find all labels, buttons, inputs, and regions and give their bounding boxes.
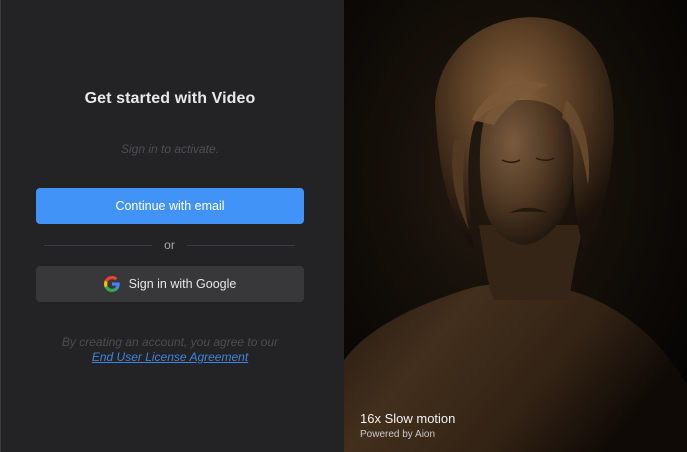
continue-with-email-label: Continue with email — [115, 199, 225, 213]
legal-notice: By creating an account, you agree to our… — [1, 335, 339, 365]
portrait-image — [344, 0, 687, 452]
divider-line-right — [186, 244, 296, 246]
video-preview: 16x Slow motion Powered by Aion — [344, 0, 687, 452]
signin-subtitle: Sign in to activate. — [120, 142, 220, 156]
divider-line-left — [44, 244, 153, 246]
sign-in-with-google-label: Sign in with Google — [128, 277, 237, 291]
continue-with-email-button[interactable]: Continue with email — [36, 188, 304, 224]
eula-link[interactable]: End User License Agreement — [92, 350, 248, 364]
app-window: Get started with Video Sign in to activa… — [0, 0, 687, 452]
preview-title: 16x Slow motion — [360, 411, 456, 426]
signin-panel: Get started with Video Sign in to activa… — [0, 0, 344, 452]
divider-text: or — [164, 238, 175, 252]
preview-subtitle: Powered by Aion — [360, 429, 436, 440]
legal-text: By creating an account, you agree to our — [61, 335, 279, 349]
sign-in-with-google-button[interactable]: Sign in with Google — [36, 266, 304, 302]
google-logo-icon — [103, 276, 120, 292]
or-divider: or — [44, 238, 296, 252]
page-title: Get started with Video — [84, 90, 256, 107]
